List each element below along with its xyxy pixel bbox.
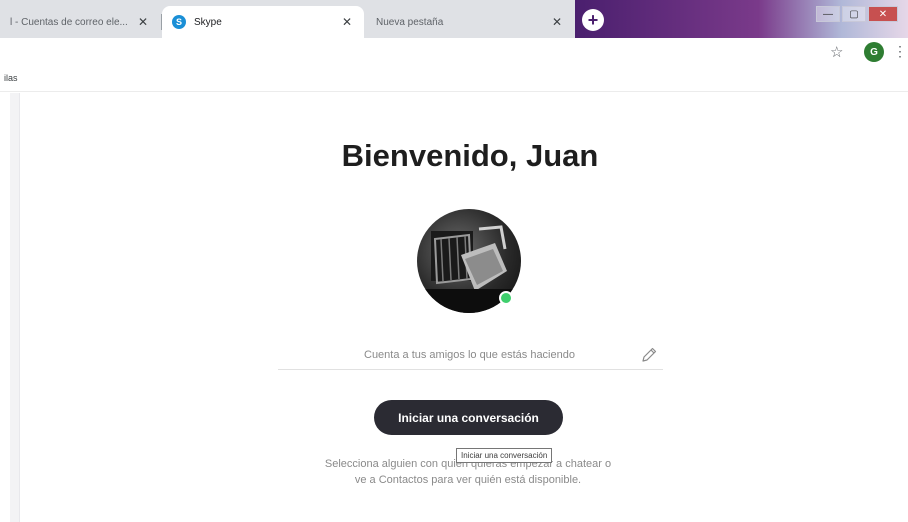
bookmarks-bar: ilas (0, 66, 908, 92)
close-icon[interactable]: ✕ (550, 15, 564, 29)
tab-label: Nueva pestaña (376, 16, 444, 28)
welcome-title: Bienvenido, Juan (341, 138, 599, 173)
skype-welcome-page: Bienvenido, Juan Iniciar una conversació… (0, 93, 908, 522)
skype-logo-icon: S (172, 15, 186, 29)
close-icon[interactable]: ✕ (340, 15, 354, 29)
profile-avatar[interactable]: G (864, 42, 884, 62)
browser-toolbar: ☆ G ⋮ (0, 38, 908, 66)
mood-message-input[interactable] (278, 348, 637, 361)
browser-tab-strip: l - Cuentas de correo ele... ✕ S Skype ✕… (0, 0, 908, 38)
more-menu-icon[interactable]: ⋮ (893, 43, 907, 60)
sidebar-edge (10, 93, 20, 522)
tab-email-accounts[interactable]: l - Cuentas de correo ele... ✕ (0, 6, 160, 38)
maximize-button[interactable]: ▢ (842, 6, 866, 22)
bookmark-item[interactable]: ilas (4, 73, 18, 83)
start-conversation-button[interactable]: Iniciar una conversación (374, 400, 563, 435)
start-conversation-tooltip: Iniciar una conversación (456, 448, 553, 463)
online-status-indicator (499, 291, 513, 305)
window-close-button[interactable]: ✕ (868, 6, 898, 22)
tab-label: l - Cuentas de correo ele... (10, 16, 128, 28)
minimize-button[interactable]: — (816, 6, 840, 22)
bookmark-star-icon[interactable]: ☆ (830, 43, 843, 61)
tab-new-tab[interactable]: Nueva pestaña ✕ (366, 6, 574, 38)
mood-message-field[interactable] (278, 340, 663, 370)
window-controls: — ▢ ✕ (816, 6, 898, 22)
tab-label: Skype (194, 16, 222, 28)
pencil-icon[interactable] (637, 343, 661, 367)
new-tab-button[interactable]: + (582, 9, 604, 31)
tab-skype[interactable]: S Skype ✕ (162, 6, 364, 38)
close-icon[interactable]: ✕ (136, 15, 150, 29)
